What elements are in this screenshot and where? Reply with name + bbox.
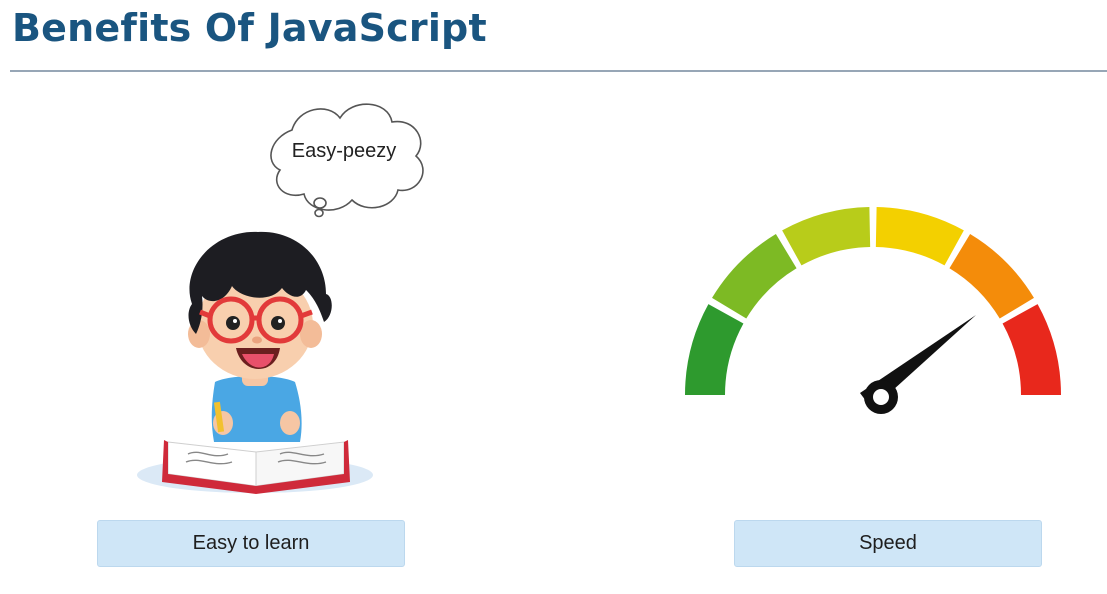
gauge-segment [782,207,871,266]
thought-bubble-text: Easy-peezy [291,140,397,162]
speedometer-gauge [685,207,1061,414]
benefit-label-easy-to-learn: Easy to learn [97,520,405,567]
gauge-segments [685,207,1061,395]
benefit-label-text: Speed [859,532,917,554]
gauge-segment [1002,304,1061,395]
page-title: Benefits Of JavaScript [12,6,487,50]
gauge-segment [875,207,964,266]
benefit-label-speed: Speed [734,520,1042,567]
gauge-segment [685,304,744,395]
gauge-segment [712,234,797,319]
benefit-label-text: Easy to learn [192,532,310,554]
title-divider [10,70,1107,72]
gauge-segment [949,234,1034,319]
